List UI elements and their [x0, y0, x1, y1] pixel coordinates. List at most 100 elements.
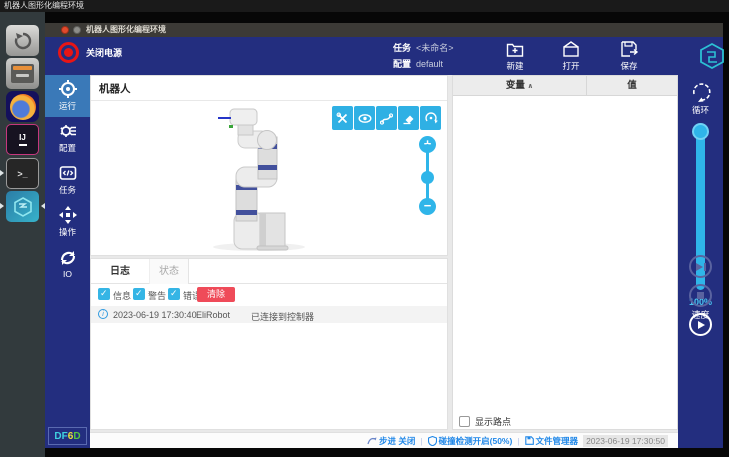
drawer-glyph	[11, 64, 34, 83]
power-off-button[interactable]: 关闭电源	[58, 42, 122, 63]
column-header-value[interactable]: 值	[586, 76, 677, 95]
intellij-underscore	[19, 144, 27, 146]
jog-move-icon	[59, 206, 77, 224]
robot-clear-button[interactable]	[398, 106, 419, 130]
desktop-background: 机器人图形化编程环境 IJ >_	[0, 0, 729, 457]
os-taskbar-title: 机器人图形化编程环境	[4, 1, 84, 10]
variable-col-label: 变量	[506, 80, 525, 91]
robot-view-panel: 机器人	[90, 75, 448, 256]
log-entry-row[interactable]: i 2023-06-19 17:30:40 EliRobot 已连接到控制器	[91, 306, 447, 323]
new-label: 新建	[506, 60, 523, 72]
new-file-icon	[505, 39, 525, 59]
log-source: EliRobot	[196, 310, 230, 320]
robot-app-icon[interactable]	[6, 191, 39, 222]
loop-label: 循环	[678, 104, 723, 116]
robot-visibility-button[interactable]	[354, 106, 375, 130]
window-titlebar: 机器人图形化编程环境	[45, 23, 723, 37]
stop-icon	[697, 292, 704, 299]
running-marker	[0, 203, 4, 209]
window-minimize-button[interactable]	[73, 26, 81, 34]
separator: |	[517, 436, 519, 446]
log-message: 已连接到控制器	[251, 310, 314, 323]
open-file-icon	[561, 39, 581, 59]
status-bar: 步进 关闭 | 碰撞检测开启(50%) | 文件管理器 2023-06-19 1…	[90, 432, 678, 448]
save-button[interactable]: 保存	[606, 39, 652, 73]
nav-item-io[interactable]: IO	[45, 243, 90, 285]
new-button[interactable]: 新建	[492, 39, 538, 73]
loop-button[interactable]: 循环	[678, 81, 723, 116]
app-header: 关闭电源 任务<未命名> 配置default 新建 打开	[45, 37, 723, 75]
variable-panel: 变量 ∧ 值 显示路点	[452, 75, 678, 430]
brand-logo-icon	[698, 42, 726, 70]
robot-reset-view-button[interactable]	[420, 106, 441, 130]
right-toolbar: 循环 100% 速度	[678, 75, 723, 448]
stop-button[interactable]	[689, 284, 712, 307]
filter-info-checkbox[interactable]	[98, 288, 110, 300]
collision-detection-status[interactable]: 碰撞检测开启(50%)	[428, 435, 513, 447]
log-time: 2023-06-19 17:30:40	[113, 310, 197, 320]
tab-log[interactable]: 日志	[91, 259, 149, 284]
robot-panel-title: 机器人	[99, 81, 131, 96]
terminal-icon[interactable]: >_	[6, 158, 39, 189]
speed-slider-handle[interactable]	[692, 123, 709, 140]
value-col-label: 值	[627, 80, 637, 91]
clear-log-button[interactable]: 清除	[197, 287, 235, 302]
software-updater-icon[interactable]	[6, 25, 39, 56]
task-row: 任务<未命名>	[393, 41, 454, 54]
rotate-view-icon	[424, 111, 438, 125]
nav-task-label: 任务	[59, 184, 76, 196]
tab-status[interactable]: 状态	[149, 259, 189, 284]
main-content: 机器人	[90, 75, 723, 448]
settings-icon	[59, 122, 77, 140]
power-label: 关闭电源	[86, 46, 122, 59]
collision-shield-icon	[428, 436, 437, 446]
nav-item-operate[interactable]: 操作	[45, 201, 90, 243]
firefox-icon[interactable]	[6, 91, 39, 122]
step-mode-status[interactable]: 步进 关闭	[367, 435, 415, 447]
open-button[interactable]: 打开	[548, 39, 594, 73]
open-label: 打开	[562, 60, 579, 72]
intellij-label: IJ	[19, 134, 26, 142]
floppy-icon	[525, 436, 534, 445]
log-tabbar: 日志 状态	[91, 259, 447, 284]
nav-item-task[interactable]: 任务	[45, 159, 90, 201]
firefox-globe	[10, 94, 36, 120]
filter-warning-label: 警告	[148, 289, 166, 302]
task-label: 任务	[393, 43, 411, 53]
device-id-badge: DF6D	[48, 427, 87, 445]
show-waypoints-checkbox[interactable]	[459, 416, 470, 427]
app-nav: 运行 配置 任务 操作 IO D	[45, 75, 90, 448]
play-button[interactable]	[689, 313, 712, 336]
nav-config-label: 配置	[59, 142, 76, 154]
run-icon	[59, 80, 77, 98]
nav-io-label: IO	[63, 269, 72, 279]
save-label: 保存	[620, 60, 637, 72]
show-waypoints-label: 显示路点	[475, 415, 511, 428]
config-row: 配置default	[393, 57, 443, 70]
variable-table-header: 变量 ∧ 值	[453, 76, 677, 96]
file-manager-link[interactable]: 文件管理器	[525, 435, 579, 447]
app-window: 机器人图形化编程环境 关闭电源 任务<未命名> 配置default 新建	[45, 23, 723, 448]
intellij-icon[interactable]: IJ	[6, 124, 39, 155]
play-icon	[698, 321, 705, 329]
loop-icon	[690, 81, 712, 103]
save-file-icon	[619, 39, 639, 59]
robot-path-button[interactable]	[376, 106, 397, 130]
filter-warning-checkbox[interactable]	[133, 288, 145, 300]
task-code-icon	[59, 164, 77, 182]
nav-item-run[interactable]: 运行	[45, 75, 90, 117]
nav-item-config[interactable]: 配置	[45, 117, 90, 159]
zoom-slider-handle[interactable]	[421, 171, 434, 184]
column-header-variable[interactable]: 变量 ∧	[453, 76, 586, 95]
file-manager-icon[interactable]	[6, 58, 39, 89]
filter-error-checkbox[interactable]	[168, 288, 180, 300]
os-taskbar: 机器人图形化编程环境	[0, 0, 729, 12]
window-close-button[interactable]	[61, 26, 69, 34]
zoom-out-button[interactable]: −	[419, 198, 436, 215]
step-button[interactable]	[689, 255, 712, 278]
log-panel: 日志 状态 信息 警告 错误 清除 i 2023-06-19 17	[90, 258, 448, 430]
power-icon	[58, 42, 79, 63]
robot-arm-3d-view[interactable]	[186, 107, 356, 253]
robot-tools-button[interactable]	[332, 106, 353, 130]
path-icon	[380, 112, 393, 125]
